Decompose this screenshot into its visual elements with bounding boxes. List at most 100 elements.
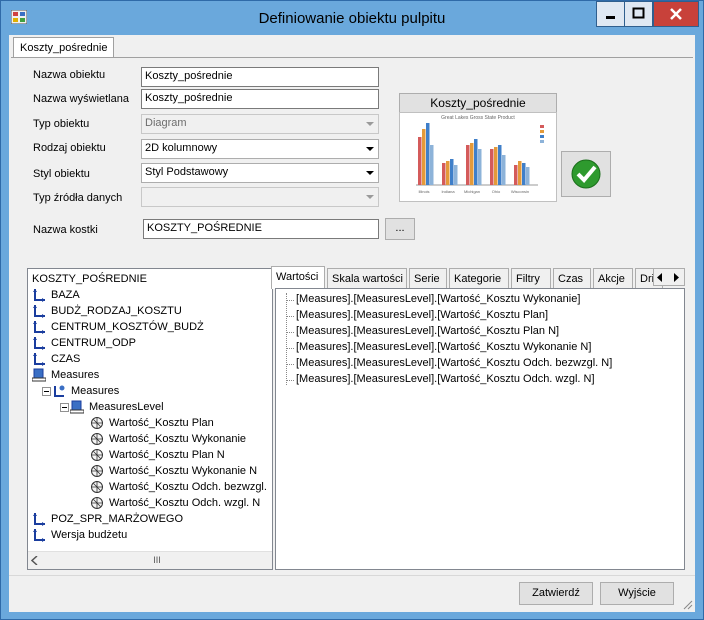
preview-bar (442, 163, 446, 185)
chevron-right-icon[interactable] (672, 273, 680, 282)
dimension-icon (33, 337, 45, 350)
nazwa-obiektu-input[interactable]: Koszty_pośrednie (141, 67, 379, 87)
tab-koszty-posrednie[interactable]: Koszty_pośrednie (13, 37, 115, 58)
exit-button[interactable]: Wyjście (600, 582, 674, 605)
resize-grip-icon[interactable] (681, 598, 693, 610)
scroll-left-icon[interactable] (31, 556, 39, 565)
list-connector (286, 332, 294, 333)
cube-icon (32, 368, 46, 382)
preview-bar (478, 149, 482, 185)
dimension-icon (33, 305, 45, 318)
values-list-item[interactable]: [Measures].[MeasuresLevel].[Wartość_Kosz… (296, 325, 559, 337)
hierarchy-icon (54, 385, 65, 397)
preview-bar (446, 161, 450, 185)
tree-measure-item[interactable]: Wartość_Kosztu Wykonanie (109, 432, 246, 446)
collapse-toggle-icon[interactable] (42, 387, 51, 396)
preview-bar (526, 167, 530, 185)
measure-icon (91, 497, 103, 509)
tree-measure-item[interactable]: Wartość_Kosztu Wykonanie N (109, 464, 257, 478)
tree-item[interactable]: Wersja budżetu (51, 528, 127, 542)
tree-item[interactable]: MeasuresLevel (89, 400, 164, 414)
typ-zrodla-label: Typ źródła danych (33, 192, 123, 204)
rodzaj-obiektu-select[interactable]: 2D kolumnowy (141, 139, 379, 159)
tab-skala-wartości[interactable]: Skala wartości (327, 268, 407, 288)
values-list-item[interactable]: [Measures].[MeasuresLevel].[Wartość_Kosz… (296, 309, 548, 321)
ok-check-button[interactable] (561, 151, 611, 197)
tab-akcje[interactable]: Akcje (593, 268, 633, 288)
close-icon (670, 8, 682, 20)
styl-obiektu-select[interactable]: Styl Podstawowy (141, 163, 379, 183)
tree-item[interactable]: POZ_SPR_MARŻOWEGO (51, 512, 183, 526)
tree-item[interactable]: BUDŻ_RODZAJ_KOSZTU (51, 304, 182, 318)
tree-item[interactable]: CZAS (51, 352, 80, 366)
preview-bar (522, 163, 526, 185)
preview-bar (470, 143, 474, 185)
tab-kategorie[interactable]: Kategorie (449, 268, 509, 288)
list-connector (286, 364, 294, 365)
values-list-item[interactable]: [Measures].[MeasuresLevel].[Wartość_Kosz… (296, 373, 595, 385)
scroll-thumb[interactable]: III (42, 553, 272, 567)
values-list-item[interactable]: [Measures].[MeasuresLevel].[Wartość_Kosz… (296, 293, 580, 305)
measure-icon (91, 481, 103, 493)
measure-icon (91, 433, 103, 445)
minimize-icon (606, 16, 615, 19)
rodzaj-obiektu-label: Rodzaj obiektu (33, 142, 106, 154)
bottom-bar: Zatwierdź Wyjście (9, 575, 695, 612)
tree-item[interactable]: CENTRUM_KOSZTÓW_BUDŻ (51, 320, 204, 334)
preview-bar (490, 149, 494, 185)
tree-measure-item[interactable]: Wartość_Kosztu Odch. bezwzgl. (109, 480, 267, 494)
preview-legend-swatch (540, 130, 544, 133)
tab-filtry[interactable]: Filtry (511, 268, 551, 288)
tree-measure-item[interactable]: Wartość_Kosztu Plan N (109, 448, 225, 462)
tab-scroll-buttons[interactable] (653, 268, 685, 286)
dimension-icon (33, 353, 45, 366)
tree-measure-item[interactable]: Wartość_Kosztu Odch. wzgl. N (109, 496, 260, 510)
tab-serie[interactable]: Serie (409, 268, 447, 288)
dimension-icon (33, 289, 45, 302)
chevron-down-icon (366, 147, 374, 151)
typ-zrodla-select (141, 187, 379, 207)
values-list-item[interactable]: [Measures].[MeasuresLevel].[Wartość_Kosz… (296, 341, 591, 353)
close-button[interactable] (653, 1, 699, 27)
cube-structure-tree[interactable]: KOSZTY_POŚREDNIE BAZA BUDŻ_RODZAJ_KOSZTU C… (27, 268, 273, 570)
tree-item[interactable]: Measures (71, 384, 119, 398)
confirm-button[interactable]: Zatwierdź (519, 582, 593, 605)
settings-tabs: Wartości Skala wartości Serie Kategorie Filt… (271, 266, 689, 570)
chevron-left-icon[interactable] (656, 273, 664, 282)
list-connector (286, 316, 294, 317)
nazwa-kostki-input[interactable]: KOSZTY_POŚREDNIE (143, 219, 379, 239)
tree-horizontal-scrollbar[interactable]: III (28, 551, 272, 569)
preview-bar (450, 159, 454, 185)
collapse-toggle-icon[interactable] (60, 403, 69, 412)
dimension-icon (33, 321, 45, 334)
browse-cube-button[interactable]: ... (385, 218, 415, 240)
chevron-down-icon (366, 171, 374, 175)
measure-icon (91, 449, 103, 461)
chart-preview[interactable]: Great Lakes Gross State Product Illinois… (399, 112, 557, 202)
dimension-icon (33, 513, 45, 526)
title-bar[interactable]: Definiowanie obiektu pulpitu (1, 1, 703, 35)
values-list-item[interactable]: [Measures].[MeasuresLevel].[Wartość_Kosz… (296, 357, 612, 369)
nazwa-obiektu-label: Nazwa obiektu (33, 69, 106, 81)
preview-title: Koszty_pośrednie (399, 93, 557, 113)
tab-czas[interactable]: Czas (553, 268, 591, 288)
preview-bar (514, 165, 518, 185)
tab-wartości[interactable]: Wartości (271, 266, 325, 289)
preview-legend-swatch (540, 125, 544, 128)
list-connector (286, 348, 294, 349)
nazwa-wyswietlana-input[interactable]: Koszty_pośrednie (141, 89, 379, 109)
tree-item[interactable]: Measures (51, 368, 99, 382)
preview-legend-swatch (540, 140, 544, 143)
tree-root[interactable]: KOSZTY_POŚREDNIE (32, 272, 147, 286)
maximize-button[interactable] (624, 1, 653, 27)
preview-legend-swatch (540, 135, 544, 138)
values-list[interactable]: [Measures].[MeasuresLevel].[Wartość_Kosz… (275, 288, 685, 570)
minimize-button[interactable] (596, 1, 625, 27)
app-window: Definiowanie obiektu pulpitu Koszty_pośr… (0, 0, 704, 620)
tree-item[interactable]: CENTRUM_ODP (51, 336, 136, 350)
tree-item[interactable]: BAZA (51, 288, 80, 302)
preview-bar (418, 137, 422, 185)
tree-measure-item[interactable]: Wartość_Kosztu Plan (109, 416, 214, 430)
maximize-icon (632, 7, 645, 19)
chevron-down-icon (366, 122, 374, 126)
